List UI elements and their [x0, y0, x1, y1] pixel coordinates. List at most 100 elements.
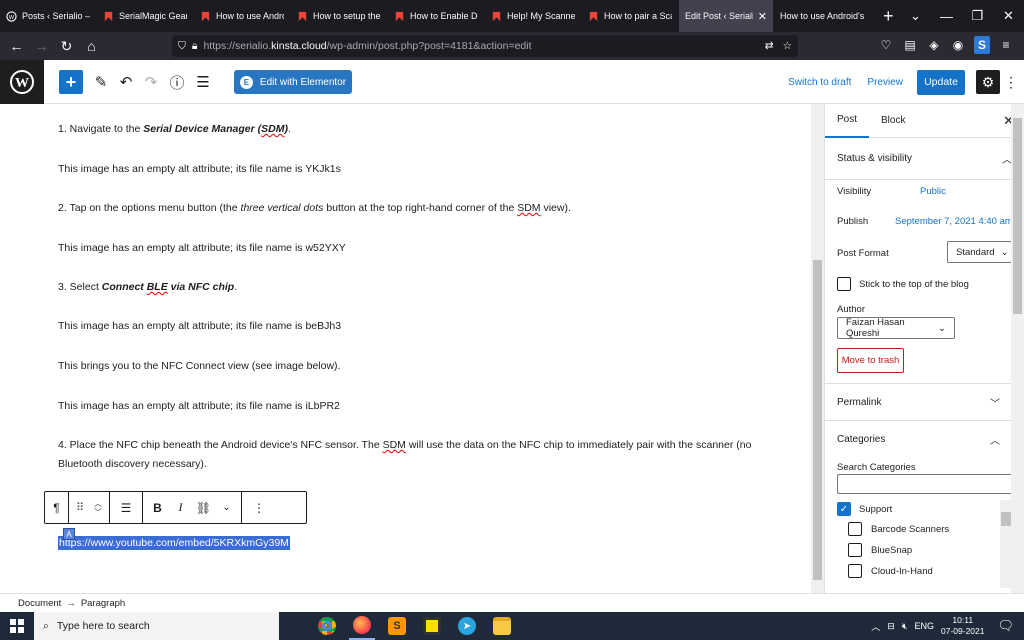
drag-handle-icon[interactable]: ⠿ — [71, 492, 89, 523]
translate-icon[interactable]: ⇄ — [765, 40, 774, 52]
restore-button[interactable]: ❐ — [962, 0, 993, 32]
add-block-button[interactable]: + — [59, 70, 83, 94]
volume-muted-icon[interactable]: 🔇︎ — [902, 621, 908, 632]
more-options-icon[interactable]: ⋮ — [242, 492, 276, 523]
visibility-value[interactable]: Public — [920, 186, 946, 197]
pencil-icon[interactable]: ✎ — [91, 72, 111, 92]
switch-to-draft-button[interactable]: Switch to draft — [780, 77, 859, 88]
image-placeholder-1[interactable]: This image has an empty alt attribute; i… — [58, 160, 763, 179]
taskbar-search-input[interactable]: ⌕ Type here to search — [34, 612, 279, 640]
category-checkbox-bluesnap[interactable] — [848, 543, 862, 557]
browser-tab[interactable]: How to pair a Sca — [582, 0, 679, 32]
info-icon[interactable]: ⓘ — [167, 72, 187, 92]
chevron-down-icon[interactable]: ⌄ — [215, 492, 238, 523]
minimize-button[interactable]: — — [931, 0, 962, 32]
paragraph-step-1[interactable]: 1. Navigate to the Serial Device Manager… — [58, 120, 763, 139]
gear-icon[interactable]: ⚙ — [976, 70, 1000, 94]
category-checkbox-support[interactable]: ✓ — [837, 502, 851, 516]
post-format-select[interactable]: Standard ⌄ — [947, 241, 1013, 263]
lock-icon[interactable]: 🔒︎ — [192, 40, 198, 53]
shield-icon[interactable]: ⛉ — [178, 40, 186, 53]
browser-tab[interactable]: SerialMagic Gears — [97, 0, 194, 32]
globe-icon[interactable]: ◉ — [950, 36, 966, 54]
more-options-icon[interactable]: ⋮ — [1000, 74, 1022, 91]
network-icon[interactable]: ⊟ — [887, 621, 895, 632]
paragraph-icon[interactable]: ¶ — [45, 492, 68, 523]
scrollbar-thumb[interactable] — [1001, 512, 1011, 526]
home-button[interactable]: ⌂ — [79, 38, 104, 54]
category-checkbox-cloud-in-hand[interactable] — [848, 564, 862, 578]
browser-tab[interactable]: How to use Android's — [774, 0, 871, 32]
sublime-icon[interactable]: S — [384, 612, 410, 640]
paragraph-nfc-connect[interactable]: This brings you to the NFC Connect view … — [58, 357, 763, 376]
link-icon[interactable]: ⛓ — [192, 492, 215, 523]
scrollbar-thumb[interactable] — [1013, 118, 1022, 314]
url-bar[interactable]: ⛉ 🔒︎ https://serialio.kinsta.cloud/wp-ad… — [172, 35, 798, 57]
paragraph-step-3[interactable]: 3. Select Connect BLE via NFC chip. — [58, 278, 763, 297]
browser-tab[interactable]: W Posts ‹ Serialio — Wo — [0, 0, 97, 32]
italic-icon[interactable]: I — [169, 492, 192, 523]
move-up-down-icon[interactable]: ︿ ﹀ — [89, 492, 107, 523]
sticky-checkbox[interactable] — [837, 277, 851, 291]
content-scrollbar[interactable] — [811, 104, 824, 593]
selected-embed-url[interactable]: https://www.youtube.com/embed/5KRXkmGy39… — [58, 536, 290, 550]
breadcrumb-paragraph[interactable]: Paragraph — [81, 598, 125, 609]
edit-with-elementor-button[interactable]: E Edit with Elementor — [234, 70, 352, 94]
align-icon[interactable]: ☰ — [110, 492, 142, 523]
forward-button[interactable]: → — [29, 38, 54, 54]
language-indicator[interactable]: ENG — [914, 621, 934, 631]
undo-icon[interactable]: ↶ — [116, 72, 136, 92]
tab-post[interactable]: Post — [825, 104, 870, 138]
browser-tab-active[interactable]: Edit Post ‹ Serialio ✕ — [679, 0, 774, 32]
browser-tab[interactable]: Help! My Scanner — [485, 0, 582, 32]
browser-tab[interactable]: How to setup the — [291, 0, 388, 32]
back-button[interactable]: ← — [4, 38, 29, 54]
telegram-icon[interactable]: ➤ — [454, 612, 480, 640]
status-visibility-panel-header[interactable]: Status & visibility ︿ — [825, 138, 1024, 180]
chevron-up-icon[interactable]: ︿ — [871, 620, 880, 633]
s-extension-icon[interactable]: S — [974, 36, 990, 54]
notification-icon[interactable]: 🗨︎ — [997, 618, 1014, 634]
sticky-notes-icon[interactable] — [419, 612, 445, 640]
chrome-icon[interactable] — [314, 612, 340, 640]
publish-date-value[interactable]: September 7, 2021 4:40 am — [895, 216, 1013, 227]
image-placeholder-4[interactable]: This image has an empty alt attribute; i… — [58, 397, 763, 416]
windows-start-icon[interactable] — [0, 612, 34, 640]
extension-icon[interactable]: ◈ — [926, 36, 942, 54]
search-categories-input[interactable] — [837, 474, 1015, 494]
update-button[interactable]: Update — [917, 69, 965, 95]
file-explorer-icon[interactable] — [489, 612, 515, 640]
bookmark-star-icon[interactable]: ☆ — [783, 40, 792, 52]
sticky-label: Stick to the top of the blog — [859, 279, 969, 290]
wordpress-logo-icon[interactable]: W — [0, 59, 44, 104]
image-placeholder-2[interactable]: This image has an empty alt attribute; i… — [58, 239, 763, 258]
author-select[interactable]: Faizan Hasan Qureshi ⌄ — [837, 317, 955, 339]
menu-icon[interactable]: ≡ — [998, 36, 1014, 54]
bookmark-icon — [103, 11, 114, 22]
paragraph-step-4[interactable]: 4. Place the NFC chip beneath the Androi… — [58, 436, 763, 474]
reload-button[interactable]: ↻ — [54, 38, 79, 55]
redo-icon[interactable]: ↷ — [141, 72, 161, 92]
breadcrumb-document[interactable]: Document — [18, 598, 61, 609]
category-checkbox-barcode-scanners[interactable] — [848, 522, 862, 536]
image-placeholder-3[interactable]: This image has an empty alt attribute; i… — [58, 317, 763, 336]
close-tab-icon[interactable]: ✕ — [758, 10, 767, 23]
list-view-icon[interactable]: ☰ — [193, 72, 213, 92]
preview-button[interactable]: Preview — [859, 77, 911, 88]
pocket-icon[interactable]: ♡ — [878, 36, 894, 54]
browser-tab[interactable]: How to use Andro — [194, 0, 291, 32]
firefox-icon[interactable] — [349, 612, 375, 640]
chevron-down-icon[interactable]: ⌄ — [900, 0, 931, 32]
reader-icon[interactable]: ▤ — [902, 36, 918, 54]
permalink-panel-header[interactable]: Permalink ﹀ — [825, 383, 1012, 421]
browser-tab[interactable]: How to Enable De — [388, 0, 485, 32]
close-window-button[interactable]: ✕ — [993, 0, 1024, 32]
paragraph-step-2[interactable]: 2. Tap on the options menu button (the t… — [58, 199, 763, 218]
clock[interactable]: 10:11 07-09-2021 — [941, 615, 984, 637]
sidebar-scrollbar[interactable] — [1011, 104, 1024, 593]
move-to-trash-button[interactable]: Move to trash — [837, 348, 904, 373]
tab-block[interactable]: Block — [869, 104, 917, 138]
bold-icon[interactable]: B — [146, 492, 169, 523]
scrollbar-thumb[interactable] — [813, 260, 822, 580]
categories-panel-header[interactable]: Categories ︿ — [825, 420, 1012, 458]
